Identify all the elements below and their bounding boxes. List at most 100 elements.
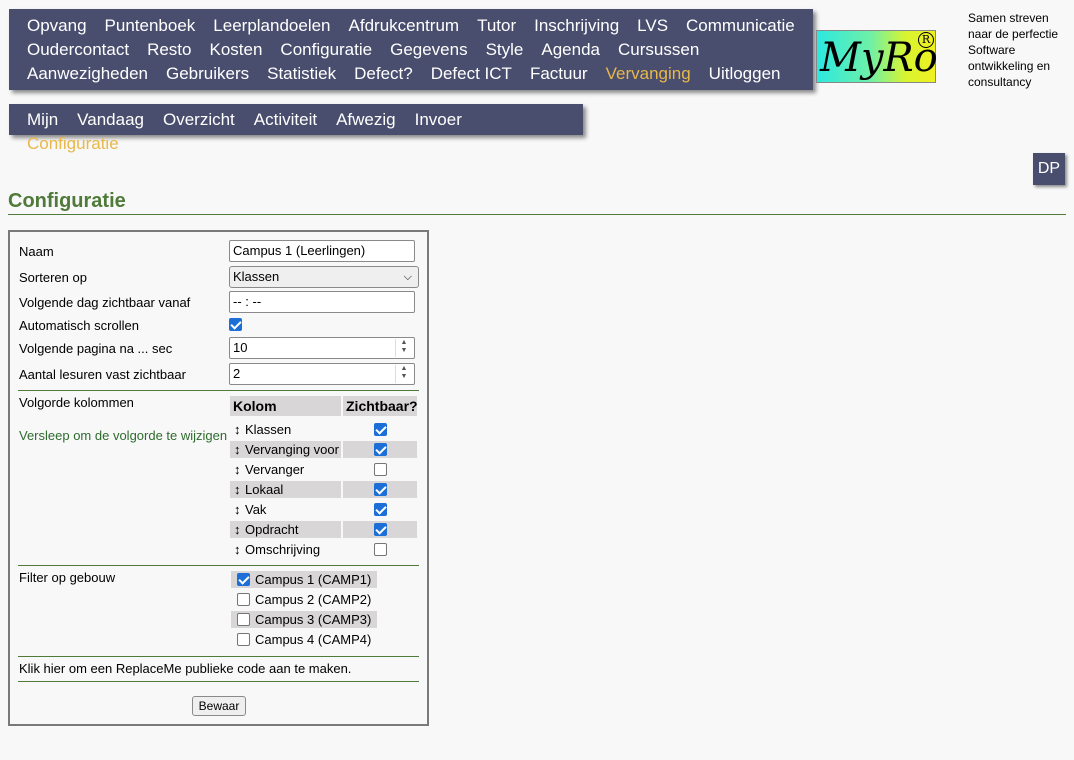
main-menu-item-inschrijving[interactable]: Inschrijving bbox=[534, 14, 619, 38]
main-menu-item-puntenboek[interactable]: Puntenboek bbox=[105, 14, 196, 38]
drag-handle-icon[interactable]: ↕ bbox=[234, 441, 245, 458]
drag-handle-icon[interactable]: ↕ bbox=[234, 521, 245, 538]
main-menu-row: Aanwezigheden Gebruikers Statistiek Defect?… bbox=[27, 62, 813, 86]
main-menu-item-cursussen[interactable]: Cursussen bbox=[618, 38, 699, 62]
main-menu-item-resto[interactable]: Resto bbox=[147, 38, 191, 62]
page-title: Configuratie bbox=[8, 190, 126, 212]
building-checkbox[interactable] bbox=[237, 573, 250, 586]
sub-menu-item-mijn[interactable]: Mijn bbox=[27, 108, 58, 132]
main-menu-item-gebruikers[interactable]: Gebruikers bbox=[166, 62, 249, 86]
column-header-kolom: Kolom bbox=[230, 396, 341, 416]
building-checkbox[interactable] bbox=[237, 613, 250, 626]
drag-handle-icon[interactable]: ↕ bbox=[234, 421, 245, 438]
column-name: Omschrijving bbox=[245, 542, 321, 557]
main-menu-row: Oudercontact Resto Kosten Configuratie Gegev… bbox=[27, 38, 813, 62]
main-menu-item-lvs[interactable]: LVS bbox=[637, 14, 668, 38]
main-menu-item-oudercontact[interactable]: Oudercontact bbox=[27, 38, 129, 62]
main-menu-item-tutor[interactable]: Tutor bbox=[477, 14, 516, 38]
column-visible-cell bbox=[343, 541, 417, 558]
sorteren-select-value: Klassen bbox=[233, 269, 280, 284]
column-name-cell: ↕ Klassen bbox=[230, 421, 341, 438]
column-name-cell: ↕ Vervanging voor bbox=[230, 441, 341, 458]
column-visible-checkbox[interactable] bbox=[374, 443, 387, 456]
spinner-icon[interactable]: ▲ ▼ bbox=[395, 365, 412, 383]
main-menu-item-gegevens[interactable]: Gegevens bbox=[390, 38, 468, 62]
main-menu-item-configuratie[interactable]: Configuratie bbox=[280, 38, 372, 62]
column-name: Klassen bbox=[245, 422, 292, 437]
spinner-icon[interactable]: ▲ ▼ bbox=[395, 339, 412, 357]
slogan: Samen streven naar de perfectie Software… bbox=[968, 11, 1059, 89]
sorteren-label: Sorteren op bbox=[19, 270, 87, 285]
lesuren-input[interactable]: 2 ▲ ▼ bbox=[229, 363, 415, 385]
column-name: Vervanger bbox=[245, 462, 305, 477]
user-initials-button[interactable]: DP bbox=[1033, 153, 1065, 185]
sub-menu: Mijn Vandaag Overzicht Activiteit Afwezig Inv… bbox=[9, 104, 583, 153]
column-visible-checkbox[interactable] bbox=[374, 523, 387, 536]
sub-menu-item-afwezig[interactable]: Afwezig bbox=[336, 108, 396, 132]
main-menu-item-leerplandoelen[interactable]: Leerplandoelen bbox=[213, 14, 330, 38]
column-visible-cell bbox=[343, 441, 417, 458]
column-visible-cell bbox=[343, 521, 417, 538]
naam-label: Naam bbox=[19, 244, 54, 259]
title-divider bbox=[8, 214, 1066, 215]
save-button[interactable]: Bewaar bbox=[192, 696, 246, 716]
building-label: Campus 2 (CAMP2) bbox=[255, 592, 372, 607]
main-menu-item-defect-ict[interactable]: Defect ICT bbox=[431, 62, 512, 86]
section-divider bbox=[18, 681, 419, 682]
column-visible-checkbox[interactable] bbox=[374, 503, 387, 516]
drag-handle-icon[interactable]: ↕ bbox=[234, 541, 245, 558]
main-menu-item-opvang[interactable]: Opvang bbox=[27, 14, 87, 38]
building-checkbox[interactable] bbox=[237, 593, 250, 606]
building-label: Campus 3 (CAMP3) bbox=[255, 612, 372, 627]
drag-handle-icon[interactable]: ↕ bbox=[234, 481, 245, 498]
sub-menu-item-vandaag[interactable]: Vandaag bbox=[77, 108, 144, 132]
main-menu-item-communicatie[interactable]: Communicatie bbox=[686, 14, 795, 38]
main-menu-item-agenda[interactable]: Agenda bbox=[541, 38, 600, 62]
sub-menu-item-activiteit[interactable]: Activiteit bbox=[254, 108, 317, 132]
main-menu-item-afdrukcentrum[interactable]: Afdrukcentrum bbox=[349, 14, 460, 38]
column-visible-checkbox[interactable] bbox=[374, 463, 387, 476]
column-name: Vak bbox=[245, 502, 267, 517]
volgende-dag-time-input[interactable]: -- : -- bbox=[229, 291, 415, 313]
section-divider bbox=[18, 656, 419, 657]
column-visible-checkbox[interactable] bbox=[374, 543, 387, 556]
sub-menu-item-overzicht[interactable]: Overzicht bbox=[163, 108, 235, 132]
myro-logo: MyRo R bbox=[816, 30, 938, 83]
drag-handle-icon[interactable]: ↕ bbox=[234, 501, 245, 518]
main-menu-item-aanwezigheden[interactable]: Aanwezigheden bbox=[27, 62, 148, 86]
sub-menu-item-invoer[interactable]: Invoer bbox=[415, 108, 462, 132]
section-divider bbox=[18, 565, 419, 566]
config-panel: Naam Campus 1 (Leerlingen) Sorteren op K… bbox=[8, 230, 429, 726]
column-visible-checkbox[interactable] bbox=[374, 483, 387, 496]
building-label: Campus 4 (CAMP4) bbox=[255, 632, 372, 647]
column-visible-cell bbox=[343, 481, 417, 498]
public-code-link[interactable]: Klik hier om een ReplaceMe publieke code… bbox=[19, 661, 351, 677]
main-menu-row: Opvang Puntenboek Leerplandoelen Afdrukcent… bbox=[27, 14, 813, 38]
column-visible-checkbox[interactable] bbox=[374, 423, 387, 436]
main-menu-item-vervanging[interactable]: Vervanging bbox=[606, 62, 691, 86]
auto-scroll-label: Automatisch scrollen bbox=[19, 318, 139, 333]
lesuren-value: 2 bbox=[233, 366, 241, 381]
volgende-pagina-input[interactable]: 10 ▲ ▼ bbox=[229, 337, 415, 359]
column-name: Lokaal bbox=[245, 482, 284, 497]
main-menu-item-factuur[interactable]: Factuur bbox=[530, 62, 588, 86]
volgende-dag-label: Volgende dag zichtbaar vanaf bbox=[19, 295, 191, 310]
column-visible-cell bbox=[343, 501, 417, 518]
sub-menu-item-configuratie[interactable]: Configuratie bbox=[27, 132, 119, 156]
main-menu-item-kosten[interactable]: Kosten bbox=[209, 38, 262, 62]
column-name-cell: ↕ Lokaal bbox=[230, 481, 341, 498]
sorteren-select[interactable]: Klassen ⌵ bbox=[229, 266, 419, 288]
main-menu-item-style[interactable]: Style bbox=[486, 38, 524, 62]
main-menu-item-uitloggen[interactable]: Uitloggen bbox=[709, 62, 781, 86]
volgorde-label: Volgorde kolommen bbox=[19, 395, 134, 410]
column-name-cell: ↕ Vak bbox=[230, 501, 341, 518]
volgende-pagina-value: 10 bbox=[233, 340, 248, 355]
auto-scroll-checkbox[interactable] bbox=[229, 318, 242, 331]
drag-handle-icon[interactable]: ↕ bbox=[234, 461, 245, 478]
naam-input[interactable]: Campus 1 (Leerlingen) bbox=[229, 240, 415, 262]
main-menu-item-defect[interactable]: Defect? bbox=[354, 62, 413, 86]
column-name-cell: ↕ Omschrijving bbox=[230, 541, 341, 558]
main-menu-item-statistiek[interactable]: Statistiek bbox=[267, 62, 336, 86]
lesuren-label: Aantal lesuren vast zichtbaar bbox=[19, 367, 186, 382]
building-checkbox[interactable] bbox=[237, 633, 250, 646]
